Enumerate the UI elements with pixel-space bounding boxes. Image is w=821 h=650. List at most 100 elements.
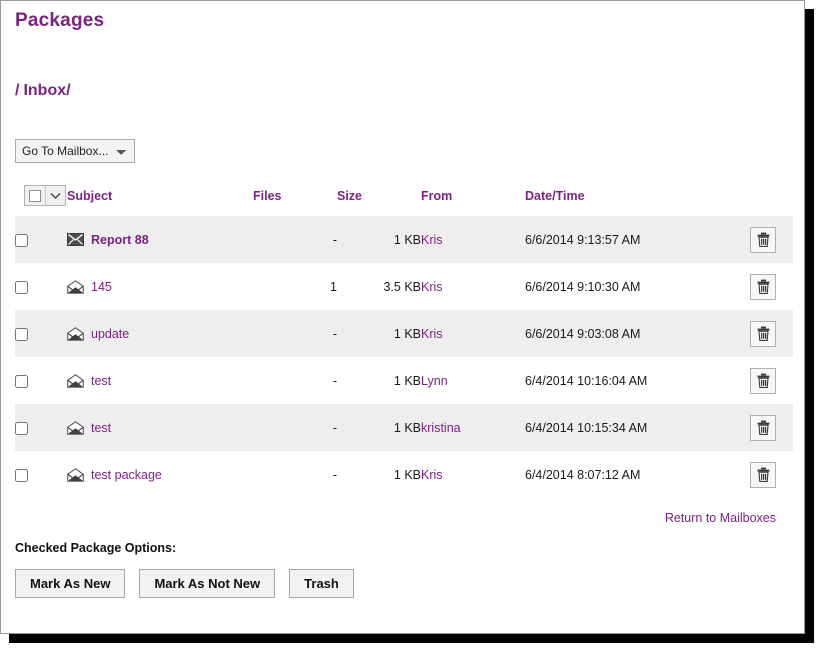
trash-icon [757, 467, 769, 482]
breadcrumb-separator: / [15, 82, 20, 99]
subject-link[interactable]: test [91, 374, 111, 388]
envelope-open-icon [67, 326, 84, 341]
subject-cell: Report 88 [67, 216, 253, 263]
row-checkbox-cell [15, 404, 67, 451]
subject-cell: test [67, 404, 253, 451]
trash-icon [757, 420, 769, 435]
from-link[interactable]: kristina [421, 421, 461, 435]
packages-window: Packages / Inbox/ Go To Mailbox... Subje… [0, 0, 805, 634]
envelope-open-icon [67, 279, 84, 294]
action-cell [733, 404, 793, 451]
datetime-cell: 6/4/2014 10:15:34 AM [525, 404, 733, 451]
row-checkbox-cell [15, 310, 67, 357]
breadcrumb-current: Inbox/ [23, 82, 71, 99]
column-header-subject[interactable]: Subject [67, 185, 253, 216]
datetime-cell: 6/6/2014 9:10:30 AM [525, 263, 733, 310]
checked-package-options-label: Checked Package Options: [15, 541, 177, 555]
from-cell: Kris [421, 310, 525, 357]
from-cell: kristina [421, 404, 525, 451]
subject-link[interactable]: 145 [91, 280, 112, 294]
action-cell [733, 451, 793, 498]
packages-table-body: Report 88-1 KB Kris 6/6/2014 9:13:57 AM 145… [15, 216, 793, 498]
subject-cell: test [67, 357, 253, 404]
table-row: test -1 KB kristina 6/4/2014 10:15:34 AM [15, 404, 793, 451]
row-trash-button[interactable] [750, 461, 776, 488]
files-cell: - [253, 451, 337, 498]
from-link[interactable]: Kris [421, 327, 443, 341]
table-row: update -1 KB Kris 6/6/2014 9:03:08 AM [15, 310, 793, 357]
column-header-files[interactable]: Files [253, 185, 337, 216]
action-cell [733, 263, 793, 310]
size-cell: 1 KB [337, 404, 421, 451]
table-row: 145 1 3.5 KB Kris 6/6/2014 9:10:30 AM [15, 263, 793, 310]
datetime-cell: 6/6/2014 9:13:57 AM [525, 216, 733, 263]
row-trash-button[interactable] [750, 320, 776, 347]
from-link[interactable]: Kris [421, 280, 443, 294]
checked-package-options-buttons: Mark As New Mark As Not New Trash [15, 569, 804, 598]
select-all-checkbox[interactable] [25, 186, 45, 205]
datetime-cell: 6/6/2014 9:03:08 AM [525, 310, 733, 357]
size-cell: 1 KB [337, 357, 421, 404]
column-header-size[interactable]: Size [337, 185, 421, 216]
row-checkbox[interactable] [15, 374, 28, 388]
datetime-cell: 6/4/2014 10:16:04 AM [525, 357, 733, 404]
from-cell: Kris [421, 263, 525, 310]
subject-link[interactable]: Report 88 [91, 233, 149, 247]
row-checkbox[interactable] [15, 280, 28, 294]
envelope-open-icon [67, 373, 84, 388]
trash-icon [757, 232, 769, 247]
files-cell: - [253, 357, 337, 404]
action-cell [733, 357, 793, 404]
row-checkbox-cell [15, 216, 67, 263]
row-trash-button[interactable] [750, 414, 776, 441]
row-checkbox[interactable] [15, 233, 28, 247]
from-cell: Lynn [421, 357, 525, 404]
select-all-header [15, 185, 67, 216]
size-cell: 3.5 KB [337, 263, 421, 310]
mark-as-not-new-button[interactable]: Mark As Not New [139, 569, 276, 598]
row-checkbox-cell [15, 263, 67, 310]
trash-icon [757, 279, 769, 294]
table-row: test package -1 KB Kris 6/4/2014 8:07:12 AM [15, 451, 793, 498]
row-checkbox-cell [15, 357, 67, 404]
files-cell: - [253, 404, 337, 451]
from-link[interactable]: Kris [421, 233, 443, 247]
column-header-datetime[interactable]: Date/Time [525, 185, 733, 216]
packages-table: Subject Files Size From Date/Time Report… [15, 185, 793, 498]
from-cell: Kris [421, 451, 525, 498]
envelope-closed-icon [67, 233, 84, 246]
from-cell: Kris [421, 216, 525, 263]
action-cell [733, 216, 793, 263]
column-header-from[interactable]: From [421, 185, 525, 216]
size-cell: 1 KB [337, 451, 421, 498]
mailbox-select-container: Go To Mailbox... [15, 139, 804, 163]
row-trash-button[interactable] [750, 367, 776, 394]
action-cell [733, 310, 793, 357]
go-to-mailbox-select[interactable]: Go To Mailbox... [15, 139, 135, 163]
row-checkbox[interactable] [15, 421, 28, 435]
row-checkbox[interactable] [15, 468, 28, 482]
subject-cell: 145 [67, 263, 253, 310]
return-link-container: Return to Mailboxes [1, 509, 776, 527]
chevron-down-icon[interactable] [45, 186, 65, 205]
breadcrumb: / Inbox/ [15, 82, 804, 100]
files-cell: 1 [253, 263, 337, 310]
subject-cell: update [67, 310, 253, 357]
datetime-cell: 6/4/2014 8:07:12 AM [525, 451, 733, 498]
subject-link[interactable]: test package [91, 468, 162, 482]
trash-icon [757, 326, 769, 341]
return-to-mailboxes-link[interactable]: Return to Mailboxes [665, 511, 776, 525]
subject-link[interactable]: test [91, 421, 111, 435]
envelope-open-icon [67, 467, 84, 482]
row-trash-button[interactable] [750, 226, 776, 253]
subject-link[interactable]: update [91, 327, 129, 341]
trash-button[interactable]: Trash [289, 569, 354, 598]
row-checkbox[interactable] [15, 327, 28, 341]
mark-as-new-button[interactable]: Mark As New [15, 569, 126, 598]
from-link[interactable]: Kris [421, 468, 443, 482]
row-trash-button[interactable] [750, 273, 776, 300]
subject-cell: test package [67, 451, 253, 498]
from-link[interactable]: Lynn [421, 374, 448, 388]
trash-icon [757, 373, 769, 388]
select-all-widget[interactable] [24, 185, 66, 206]
